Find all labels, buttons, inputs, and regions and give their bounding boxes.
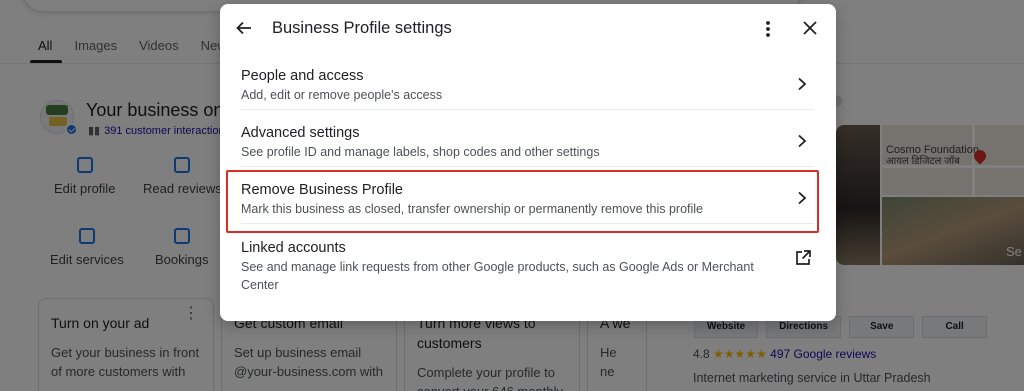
more-vert-icon[interactable] — [758, 18, 778, 40]
divider — [241, 166, 814, 167]
settings-item-description: See profile ID and manage labels, shop c… — [241, 145, 600, 159]
business-profile-settings-dialog: Business Profile settings People and acc… — [220, 4, 836, 321]
chevron-right-icon — [798, 191, 807, 205]
settings-item-description: Mark this business as closed, transfer o… — [241, 202, 704, 216]
divider — [241, 109, 814, 110]
chevron-right-icon — [798, 77, 807, 91]
settings-item-title: People and access — [241, 68, 364, 84]
settings-item-title: Advanced settings — [241, 125, 360, 141]
divider — [241, 223, 814, 224]
settings-item-title: Linked accounts — [241, 240, 346, 256]
settings-item-advanced-settings[interactable]: Advanced settings See profile ID and man… — [241, 124, 814, 164]
back-arrow-icon[interactable] — [234, 18, 254, 38]
settings-item-title: Remove Business Profile — [241, 182, 403, 198]
settings-item-description: See and manage link requests from other … — [241, 260, 754, 292]
chevron-right-icon — [798, 134, 807, 148]
dialog-title: Business Profile settings — [272, 19, 452, 37]
settings-item-remove-business-profile[interactable]: Remove Business Profile Mark this busine… — [241, 181, 814, 221]
settings-item-description: Add, edit or remove people's access — [241, 88, 443, 102]
close-icon[interactable] — [800, 18, 820, 38]
dialog-header: Business Profile settings — [220, 4, 836, 54]
settings-item-people-and-access[interactable]: People and access Add, edit or remove pe… — [241, 67, 814, 107]
open-in-new-icon — [796, 250, 811, 265]
settings-item-linked-accounts[interactable]: Linked accounts See and manage link requ… — [241, 239, 814, 292]
